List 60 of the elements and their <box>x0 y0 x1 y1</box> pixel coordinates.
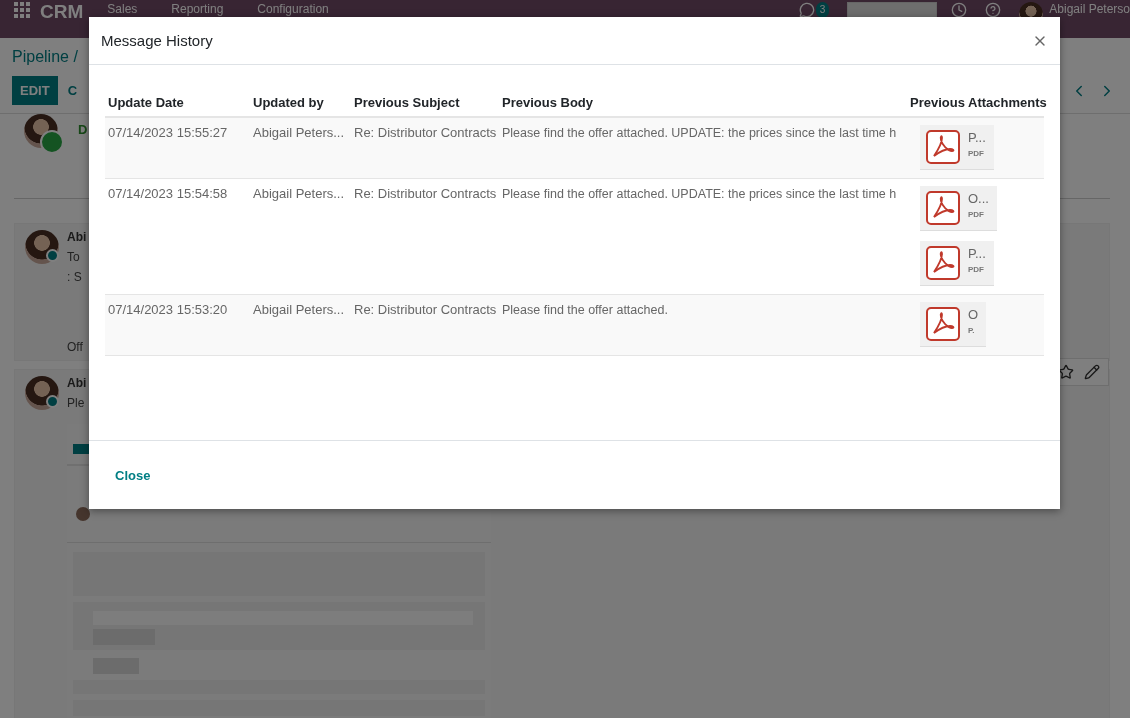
chat-icon[interactable] <box>799 2 816 18</box>
attachment-type: PDF <box>968 210 985 219</box>
attachment-type: P. <box>968 326 976 335</box>
clock-icon[interactable] <box>951 2 968 18</box>
attachment-name: P... <box>968 130 986 145</box>
dialog-title: Message History <box>101 32 214 49</box>
table-cell: Please find the offer attached. <box>502 303 668 317</box>
pdf-file-icon <box>926 130 960 164</box>
message-text: Ple <box>67 396 85 410</box>
attachment-type: PDF <box>968 265 985 274</box>
table-cell: Please find the offer attached. UPDATE: the prices since the last time h <box>502 126 897 140</box>
pdf-file-icon <box>926 246 960 280</box>
column-header[interactable]: Update Date <box>108 95 184 110</box>
message-text: : S <box>67 270 82 284</box>
user-name[interactable]: Abigail Peterso <box>1049 2 1130 16</box>
table-cell: Abigail Peters... <box>253 186 345 201</box>
close-button[interactable]: Close <box>115 467 151 483</box>
attachment-type: PDF <box>968 149 985 158</box>
activity-icon <box>40 130 64 154</box>
apps-menu-icon[interactable] <box>14 2 30 18</box>
attachment-card[interactable]: O... PDF <box>920 186 997 231</box>
attachment-card[interactable]: P... PDF <box>920 241 994 286</box>
activity-text[interactable]: D <box>78 122 88 198</box>
table-cell: Abigail Peters... <box>253 125 345 140</box>
table-cell: 07/14/2023 15:54:58 <box>108 186 228 201</box>
menu-item[interactable]: Sales <box>107 2 138 16</box>
app-name[interactable]: CRM <box>40 2 84 22</box>
online-status-icon <box>46 395 59 408</box>
column-header[interactable]: Previous Attachments <box>910 95 1047 110</box>
message-text: Off <box>67 340 83 354</box>
table-cell: 07/14/2023 15:53:20 <box>108 302 228 317</box>
attachment-name: P... <box>968 246 986 261</box>
pdf-file-icon <box>926 307 960 341</box>
menu-item[interactable]: Configuration <box>257 2 329 16</box>
attachment-card[interactable]: O P. <box>920 302 987 347</box>
table-cell: 07/14/2023 15:55:27 <box>108 125 228 140</box>
pdf-file-icon <box>926 191 960 225</box>
create-button[interactable]: C <box>67 76 77 105</box>
online-status-icon <box>46 249 59 262</box>
star-icon[interactable] <box>1058 364 1074 380</box>
breadcrumb[interactable]: Pipeline / <box>12 48 78 66</box>
message-author[interactable]: Abi <box>67 230 87 244</box>
edit-icon[interactable] <box>1084 364 1100 380</box>
message-text: To <box>67 250 80 264</box>
message-count-badge: 3 <box>815 2 830 18</box>
menu-item[interactable]: Reporting <box>171 2 224 16</box>
table-cell: Please find the offer attached. UPDATE: the prices since the last time h <box>502 187 897 201</box>
table-cell: Re: Distributor Contracts <box>354 186 497 201</box>
help-icon[interactable] <box>985 2 1002 18</box>
edit-button[interactable]: EDIT <box>12 76 58 105</box>
column-header[interactable]: Previous Subject <box>354 95 460 110</box>
column-header[interactable]: Previous Body <box>502 95 594 110</box>
table-cell: Re: Distributor Contracts <box>354 125 497 140</box>
column-header[interactable]: Updated by <box>253 95 324 110</box>
table-cell: Abigail Peters... <box>253 302 345 317</box>
attachment-card[interactable]: P... PDF <box>920 125 994 170</box>
message-author[interactable]: Abi <box>67 376 87 390</box>
attachment-name: O <box>968 307 979 322</box>
attachment-name: O... <box>968 191 989 206</box>
table-cell: Re: Distributor Contracts <box>354 302 497 317</box>
